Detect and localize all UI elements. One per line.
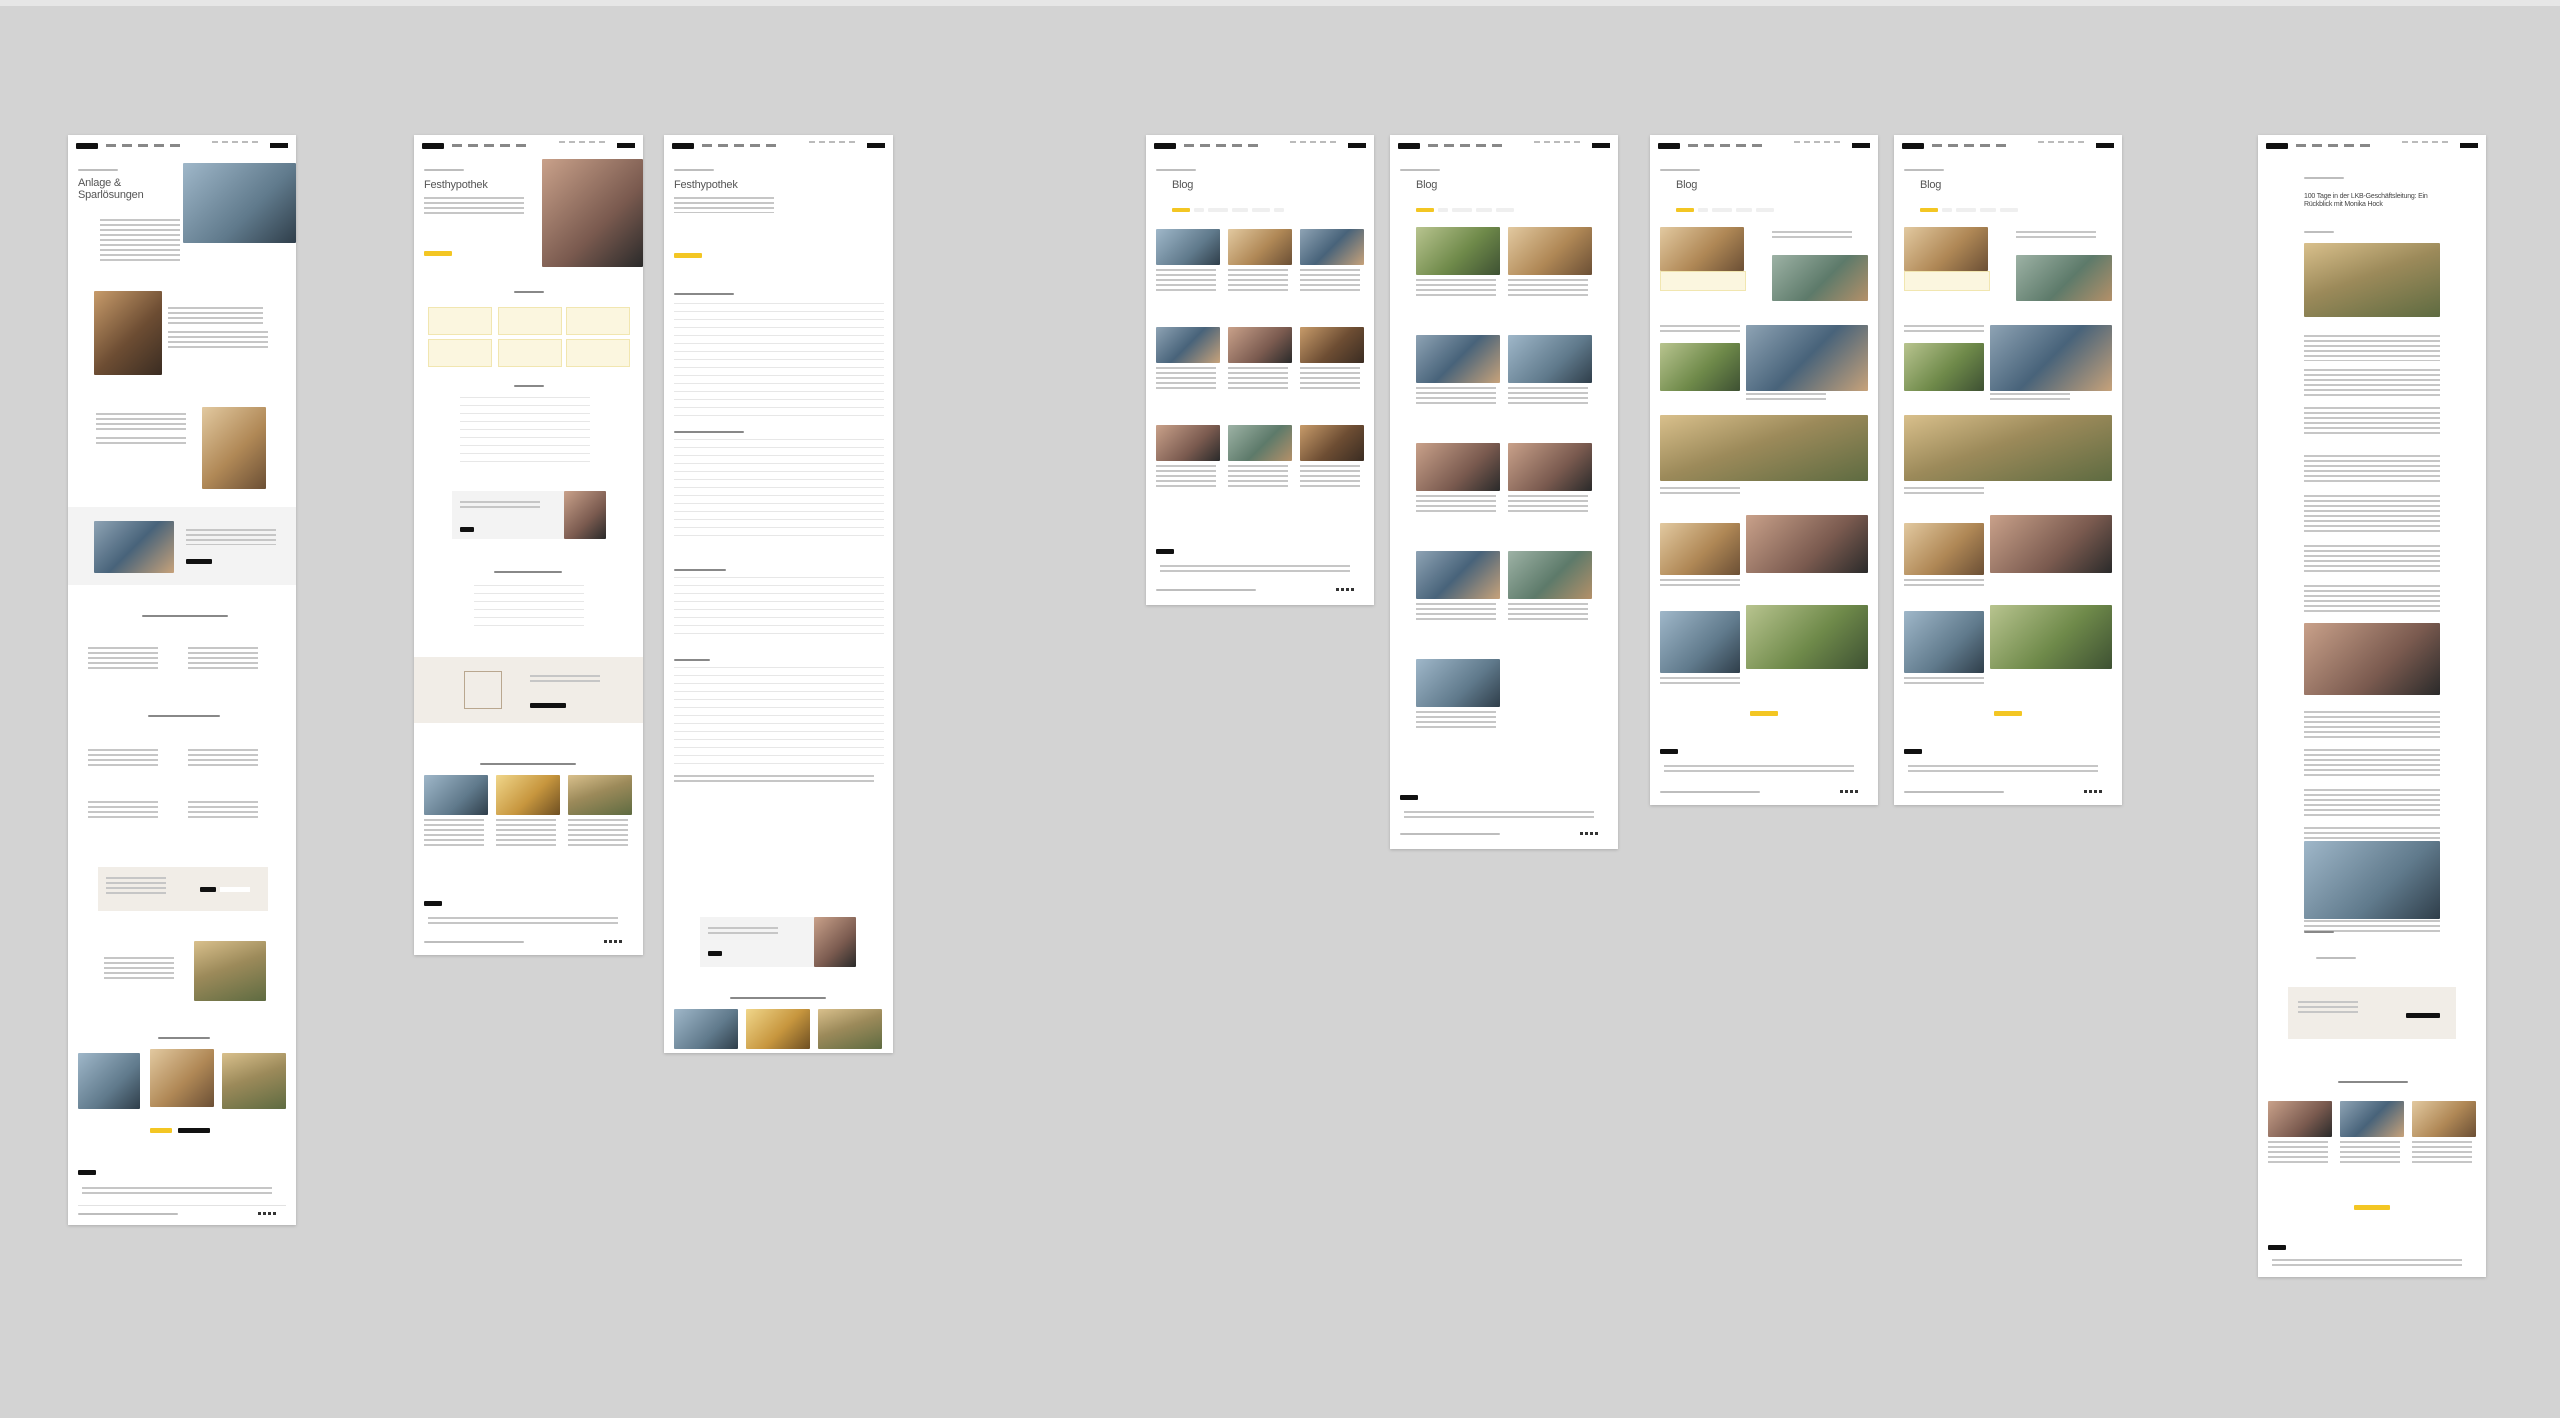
page-title: Blog xyxy=(1676,179,1698,191)
logo-icon xyxy=(76,143,98,149)
teaser-image-2 xyxy=(202,407,266,489)
page-header xyxy=(76,141,288,155)
hero-image xyxy=(542,159,643,267)
logo-icon xyxy=(1154,143,1176,149)
filter-chip-all[interactable] xyxy=(1172,208,1190,212)
ebanking-button[interactable] xyxy=(617,143,635,148)
page-header xyxy=(1902,141,2114,155)
filter-chip-all[interactable] xyxy=(1920,208,1938,212)
teaser-image-1 xyxy=(94,291,162,375)
page-title: Blog xyxy=(1416,179,1438,191)
article-image-2 xyxy=(2304,623,2440,695)
calculator-icon xyxy=(464,671,502,709)
page-blog-2[interactable]: Blog xyxy=(1390,135,1618,849)
page-header xyxy=(1154,141,1366,155)
ebanking-button[interactable] xyxy=(1592,143,1610,148)
design-board: Anlage & Sparlösungen Festhypothek Festh… xyxy=(0,0,2560,1418)
page-header xyxy=(1658,141,1870,155)
ebanking-button[interactable] xyxy=(2096,143,2114,148)
page-header xyxy=(2266,141,2478,155)
logo-icon xyxy=(1658,143,1680,149)
ebanking-button[interactable] xyxy=(2460,143,2478,148)
logo-icon xyxy=(672,143,694,149)
top-strip xyxy=(0,0,2560,6)
page-header xyxy=(1398,141,1610,155)
logo-icon xyxy=(422,143,444,149)
conditions-table xyxy=(674,303,884,423)
utility-nav xyxy=(212,141,262,143)
ebanking-button[interactable] xyxy=(1852,143,1870,148)
page-title: Anlage & Sparlösungen xyxy=(78,177,144,201)
page-festhypothek-b[interactable]: Festhypothek xyxy=(664,135,893,1053)
article-title: 100 Tage in der LKB-Geschäftsleitung: Ei… xyxy=(2304,193,2428,208)
page-blog-1[interactable]: Blog xyxy=(1146,135,1374,605)
ebanking-button[interactable] xyxy=(270,143,288,148)
hero-image xyxy=(183,163,296,243)
ebanking-button[interactable] xyxy=(1348,143,1366,148)
page-header xyxy=(422,141,635,155)
page-anlage-sparloesungen[interactable]: Anlage & Sparlösungen xyxy=(68,135,296,1225)
logo-icon xyxy=(1398,143,1420,149)
logo-icon xyxy=(1902,143,1924,149)
main-nav xyxy=(106,144,186,147)
page-article[interactable]: 100 Tage in der LKB-Geschäftsleitung: Ei… xyxy=(2258,135,2486,1277)
calculator-banner xyxy=(414,657,643,723)
page-blog-3[interactable]: Blog xyxy=(1650,135,1878,805)
cta-button[interactable] xyxy=(674,253,702,258)
filter-chip-all[interactable] xyxy=(1676,208,1694,212)
page-title: Festhypothek xyxy=(424,179,488,191)
logo-icon xyxy=(2266,143,2288,149)
sub-nav-list xyxy=(100,219,180,263)
article-video[interactable] xyxy=(2304,841,2440,919)
page-title: Blog xyxy=(1172,179,1194,191)
filter-chip-all[interactable] xyxy=(1416,208,1434,212)
page-title: Festhypothek xyxy=(674,179,738,191)
article-hero-image xyxy=(2304,243,2440,317)
page-blog-4[interactable]: Blog xyxy=(1894,135,2122,805)
cta-button[interactable] xyxy=(424,251,452,256)
page-header xyxy=(672,141,885,155)
page-festhypothek-a[interactable]: Festhypothek xyxy=(414,135,643,955)
page-title: Blog xyxy=(1920,179,1942,191)
ebanking-button[interactable] xyxy=(867,143,885,148)
